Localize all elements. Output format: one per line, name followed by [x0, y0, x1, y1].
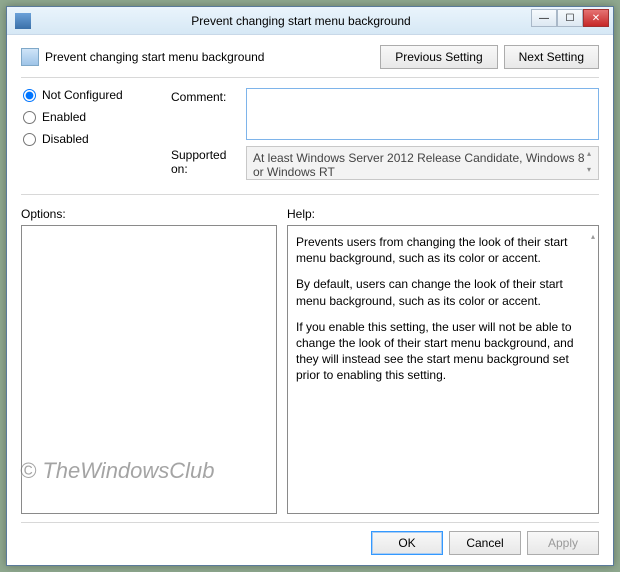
window-controls: — ☐ ✕ — [531, 9, 609, 29]
minimize-button[interactable]: — — [531, 9, 557, 27]
fields-column: Comment: Supported on: At least Windows … — [171, 88, 599, 186]
help-scroll-up-icon[interactable]: ▴ — [591, 232, 595, 243]
radio-enabled-input[interactable] — [23, 111, 36, 124]
content-area: Prevent changing start menu background P… — [7, 35, 613, 565]
comment-label: Comment: — [171, 88, 246, 104]
options-label: Options: — [21, 207, 287, 221]
help-label: Help: — [287, 207, 315, 221]
radio-disabled-input[interactable] — [23, 133, 36, 146]
apply-button[interactable]: Apply — [527, 531, 599, 555]
panels-row: ▴ Prevents users from changing the look … — [21, 225, 599, 514]
options-panel — [21, 225, 277, 514]
radio-not-configured[interactable]: Not Configured — [21, 88, 171, 102]
dialog-footer: OK Cancel Apply — [21, 522, 599, 555]
help-paragraph: If you enable this setting, the user wil… — [296, 319, 580, 384]
comment-input[interactable] — [246, 88, 599, 140]
policy-icon — [21, 48, 39, 66]
policy-titlebar-icon — [15, 13, 31, 29]
help-paragraph: Prevents users from changing the look of… — [296, 234, 580, 266]
help-paragraph: By default, users can change the look of… — [296, 276, 580, 308]
dialog-window: Prevent changing start menu background —… — [6, 6, 614, 566]
help-panel: ▴ Prevents users from changing the look … — [287, 225, 599, 514]
close-button[interactable]: ✕ — [583, 9, 609, 27]
radio-enabled[interactable]: Enabled — [21, 110, 171, 124]
state-radios: Not Configured Enabled Disabled — [21, 88, 171, 186]
chevron-down-icon[interactable]: ▾ — [582, 165, 596, 177]
comment-row: Comment: — [171, 88, 599, 140]
previous-setting-button[interactable]: Previous Setting — [380, 45, 497, 69]
header-row: Prevent changing start menu background P… — [21, 45, 599, 69]
chevron-up-icon[interactable]: ▴ — [582, 149, 596, 161]
radio-enabled-label: Enabled — [42, 110, 86, 124]
window-title: Prevent changing start menu background — [39, 14, 613, 28]
maximize-button[interactable]: ☐ — [557, 9, 583, 27]
radio-not-configured-label: Not Configured — [42, 88, 123, 102]
supported-on-box: At least Windows Server 2012 Release Can… — [246, 146, 599, 180]
titlebar[interactable]: Prevent changing start menu background —… — [7, 7, 613, 35]
next-setting-button[interactable]: Next Setting — [504, 45, 599, 69]
config-section: Not Configured Enabled Disabled Comment: — [21, 77, 599, 195]
radio-disabled-label: Disabled — [42, 132, 89, 146]
panel-labels: Options: Help: — [21, 207, 599, 221]
supported-row: Supported on: At least Windows Server 20… — [171, 146, 599, 180]
radio-disabled[interactable]: Disabled — [21, 132, 171, 146]
policy-title: Prevent changing start menu background — [45, 50, 374, 64]
radio-not-configured-input[interactable] — [23, 89, 36, 102]
cancel-button[interactable]: Cancel — [449, 531, 521, 555]
supported-on-text: At least Windows Server 2012 Release Can… — [253, 151, 585, 179]
supported-label: Supported on: — [171, 146, 246, 176]
ok-button[interactable]: OK — [371, 531, 443, 555]
